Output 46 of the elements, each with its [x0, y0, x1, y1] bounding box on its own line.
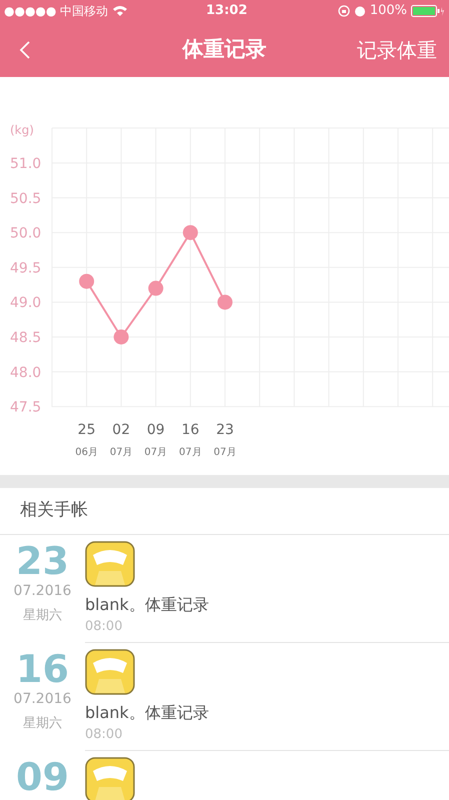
x-axis-month: 07月 [110, 447, 133, 458]
entry-day: 09 [16, 757, 69, 797]
clock-label: 13:02 [206, 2, 248, 20]
y-axis-label: 51.0 [10, 156, 42, 172]
data-point [79, 274, 94, 289]
section-title: 相关手帐 [20, 499, 88, 522]
entry-month-year: 07.2016 [14, 582, 72, 601]
entry-weekday: 星期六 [23, 715, 62, 733]
entry-month-year: 07.2016 [14, 690, 72, 709]
data-point [182, 225, 198, 240]
wifi-icon [112, 5, 128, 17]
x-axis-month: 07月 [214, 447, 236, 458]
entry-title: blank。体重记录 [85, 702, 210, 724]
scale-icon [85, 649, 135, 695]
y-axis-label: 49.5 [10, 260, 42, 276]
entry-day: 23 [16, 541, 69, 581]
data-point [218, 294, 232, 310]
entry-day: 16 [16, 649, 69, 689]
back-icon [19, 40, 31, 60]
y-axis-label: 49.0 [10, 295, 42, 312]
page-title: 体重记录 [182, 36, 266, 63]
entry-weekday: 星期六 [23, 607, 62, 625]
battery-icon [411, 5, 445, 17]
scale-icon [85, 541, 135, 587]
x-axis-day: 09 [146, 422, 165, 438]
entry-time: 08:00 [85, 618, 124, 636]
x-axis-day: 23 [216, 422, 234, 438]
x-axis-month: 07月 [144, 447, 168, 458]
entry-time: 08:00 [85, 726, 124, 744]
y-axis-label: 47.5 [10, 400, 42, 416]
x-axis-day: 25 [78, 422, 96, 438]
y-axis-label: 48.5 [10, 330, 42, 346]
y-axis-label: 50.5 [10, 190, 42, 207]
battery-label: 100% [370, 2, 407, 20]
y-axis-label: 50.0 [10, 226, 42, 242]
x-axis-day: 16 [181, 422, 200, 438]
x-axis-month: 06月 [75, 447, 98, 458]
lock-rotation-icon [338, 5, 350, 17]
data-point [148, 280, 164, 296]
y-axis-unit: (kg) [10, 123, 34, 137]
x-axis-day: 02 [112, 422, 130, 438]
entry-title: blank。体重记录 [85, 594, 210, 616]
y-axis-label: 48.0 [10, 364, 42, 381]
carrier-label: ●●●●● 中国移动 [4, 3, 108, 20]
x-axis-month: 07月 [179, 447, 202, 458]
data-point [114, 330, 129, 344]
